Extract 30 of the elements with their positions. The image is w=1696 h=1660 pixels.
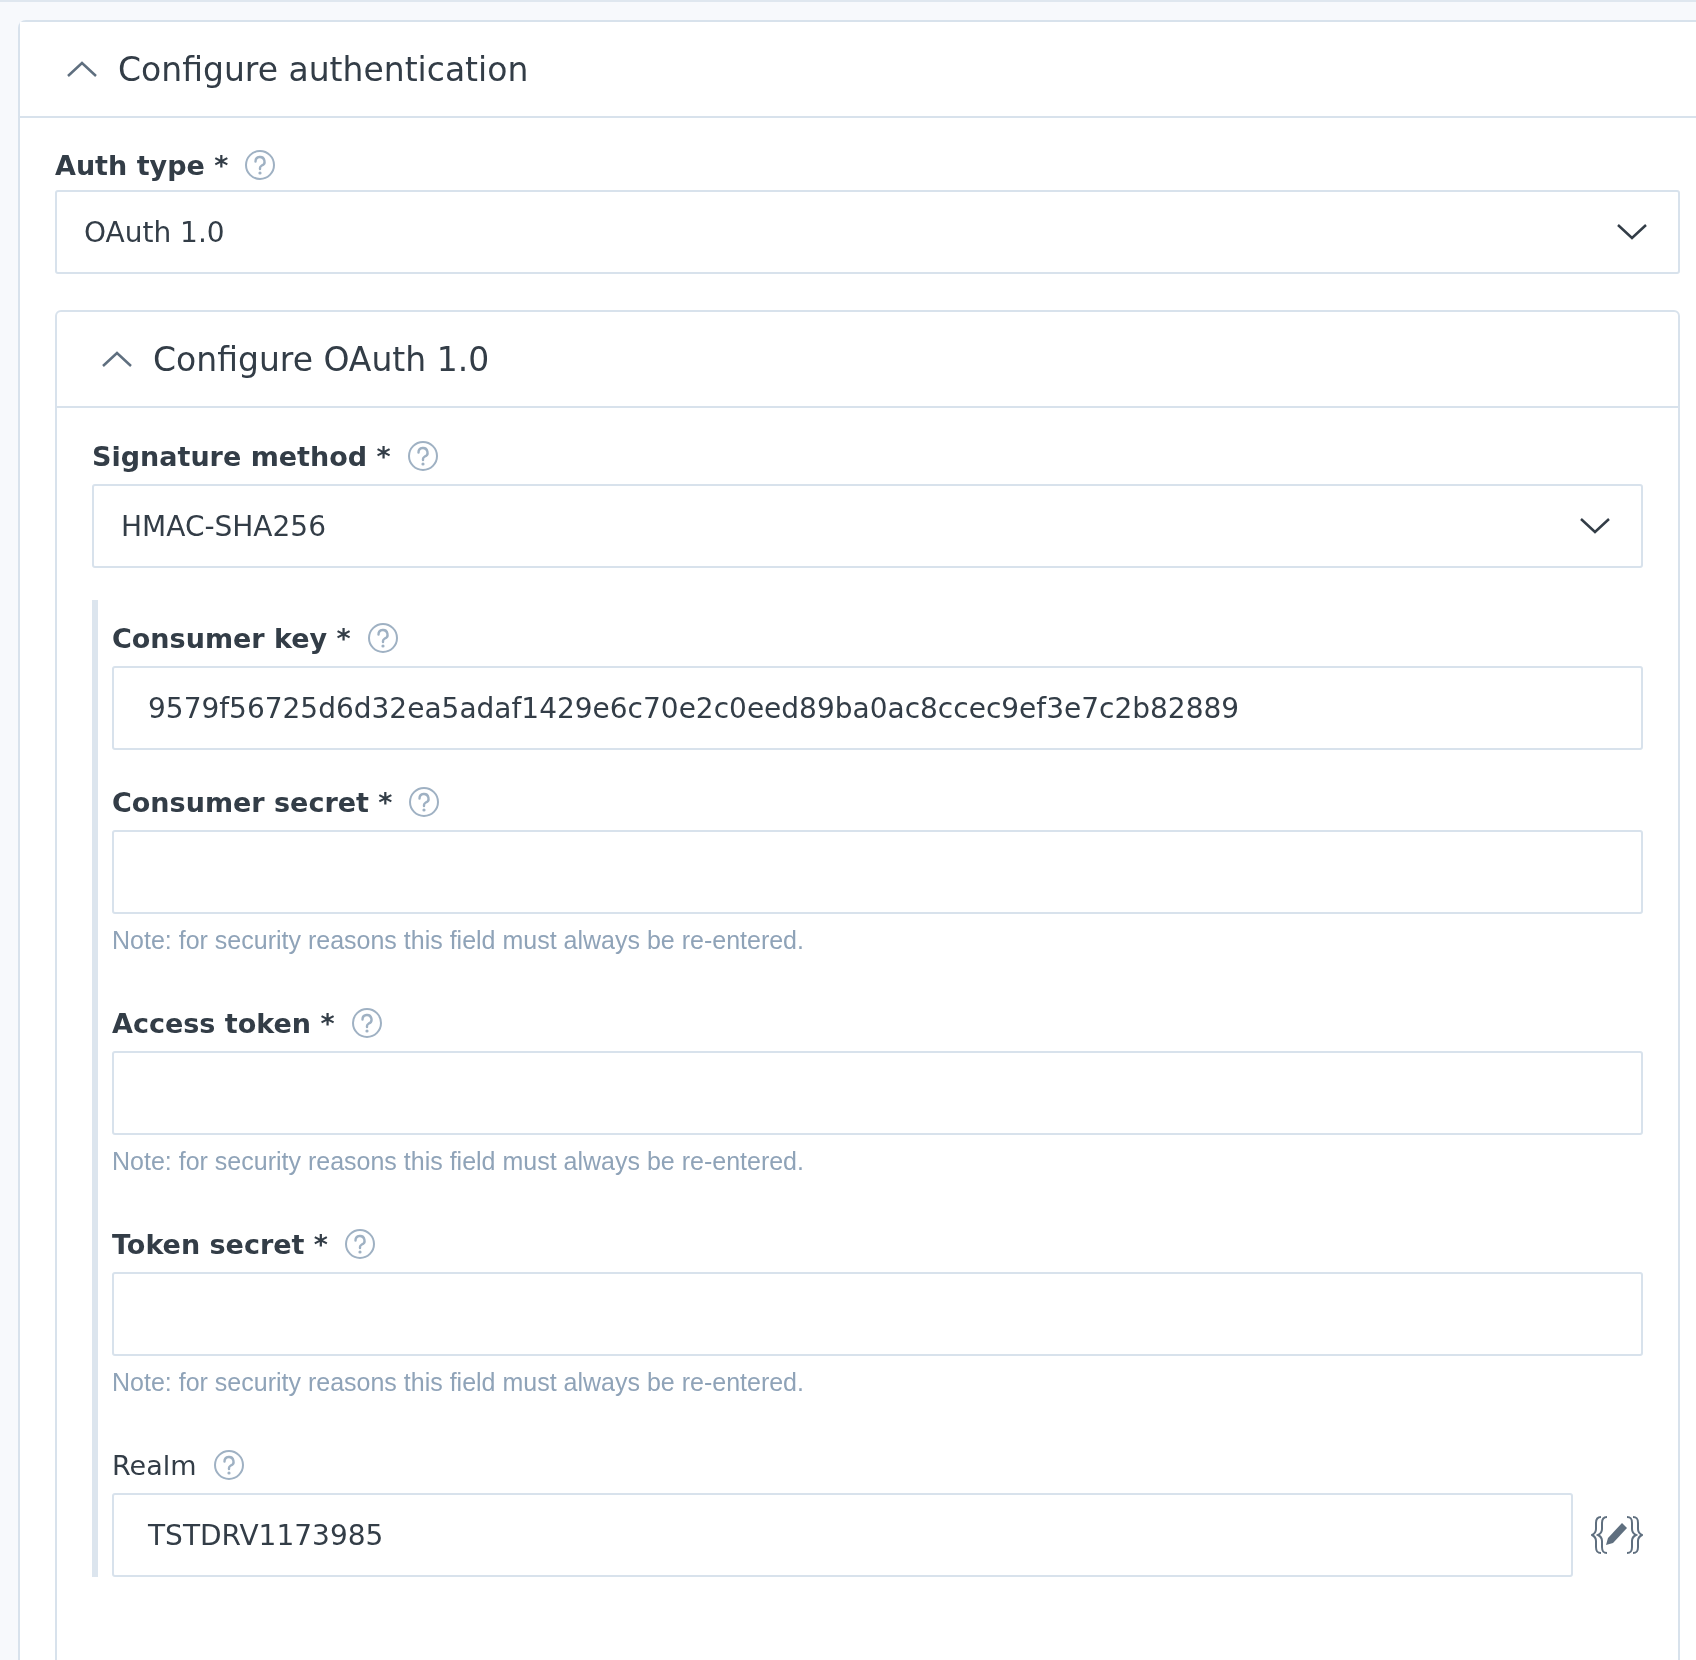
input-field[interactable]	[112, 1051, 1643, 1135]
chevron-down-icon	[1616, 223, 1648, 241]
field-label: Access token *	[112, 1007, 335, 1039]
field-note: Note: for security reasons this field must always be re-entered.	[112, 926, 805, 955]
help-icon[interactable]	[406, 440, 439, 472]
field-label: Auth type *	[55, 149, 229, 181]
field-label: Consumer secret *	[112, 786, 393, 818]
section-header[interactable]: Configure authentication	[20, 22, 1696, 118]
help-icon[interactable]	[212, 1449, 245, 1481]
chevron-up-icon	[66, 60, 98, 78]
chevron-up-icon	[101, 350, 133, 368]
field-label: Consumer key *	[112, 622, 351, 654]
signature-method-select[interactable]: HMAC-SHA256	[92, 484, 1643, 568]
help-icon[interactable]	[344, 1228, 376, 1260]
help-icon[interactable]	[244, 149, 277, 181]
input-field[interactable]	[112, 830, 1643, 914]
field-label: Signature method *	[92, 440, 391, 472]
field-label: Realm	[112, 1449, 197, 1481]
input-field[interactable]: TSTDRV1173985	[112, 1493, 1573, 1577]
auth-type-select[interactable]: OAuth 1.0	[55, 190, 1680, 274]
field-note: Note: for security reasons this field must always be re-entered.	[112, 1368, 805, 1397]
help-icon[interactable]	[350, 1007, 383, 1039]
chevron-down-icon	[1579, 517, 1611, 535]
field-note: Note: for security reasons this field must always be re-entered.	[112, 1147, 805, 1176]
input-field[interactable]	[112, 1272, 1643, 1356]
expression-edit-icon[interactable]	[1591, 1515, 1643, 1555]
field-label: Token secret *	[112, 1228, 328, 1260]
help-icon[interactable]	[408, 786, 441, 818]
help-icon[interactable]	[366, 622, 399, 654]
input-field[interactable]: 9579f56725d6d32ea5adaf1429e6c70e2c0eed89ba0ac8ccec9ef3e7c2b82889	[112, 666, 1643, 750]
